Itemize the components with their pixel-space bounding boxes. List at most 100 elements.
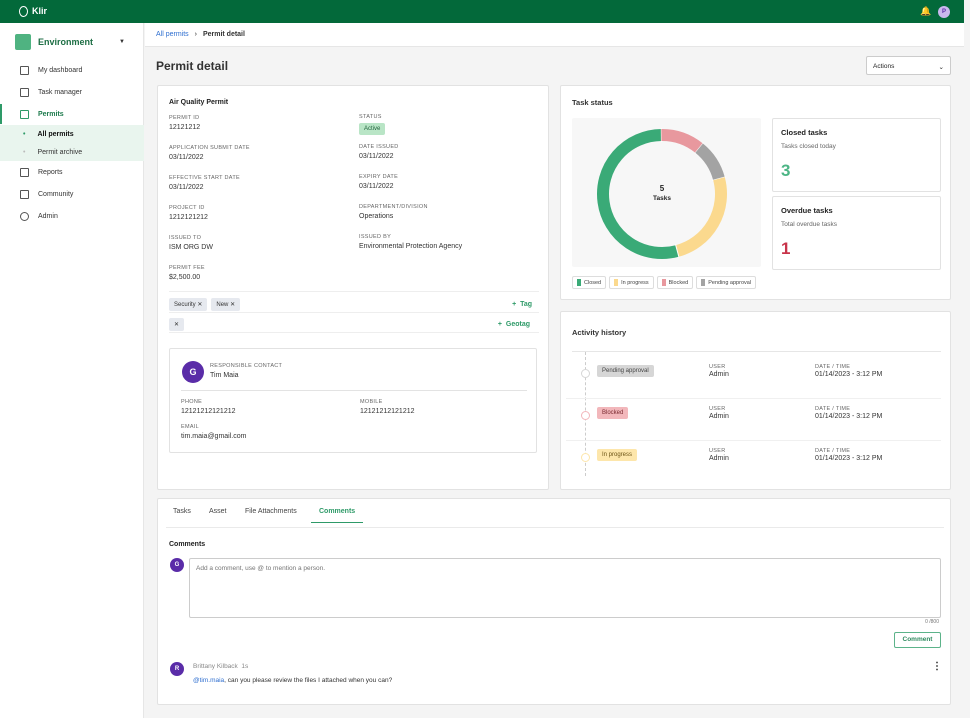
sidebar-item-reports[interactable]: Reports xyxy=(0,162,144,182)
permit-field: Issued by Environmental Protection Agency xyxy=(359,234,462,250)
report-icon xyxy=(20,167,29,177)
current-user-avatar: G xyxy=(170,558,184,572)
community-icon xyxy=(20,189,29,199)
chevron-down-icon: ⌄ xyxy=(938,64,944,71)
donut-segment-closed xyxy=(597,129,679,259)
chevron-right-icon: › xyxy=(194,31,197,38)
comment-text: , can you please review the files I atta… xyxy=(224,677,393,684)
field-label: Permit ID xyxy=(169,115,200,121)
add-tag-button[interactable]: + Tag xyxy=(512,301,532,308)
field-label: User xyxy=(709,364,726,370)
add-geotag-button[interactable]: + Geotag xyxy=(498,321,530,328)
tag-chip[interactable]: New ✕ xyxy=(211,298,241,311)
closed-tasks-subtitle: Tasks closed today xyxy=(781,143,836,150)
field-label: Permit fee xyxy=(169,265,205,271)
timeline-dot-icon xyxy=(581,369,590,378)
field-label: Email xyxy=(181,424,200,430)
legend-label: Blocked xyxy=(668,279,689,286)
contact-card: G Responsible contact Tim Maia Phone 12121… xyxy=(169,348,537,453)
comment-submit-button[interactable]: Comment xyxy=(894,632,941,648)
overdue-tasks-count: 1 xyxy=(781,239,791,258)
field-label: Issued to xyxy=(169,235,202,241)
tab-asset[interactable]: Asset xyxy=(209,508,227,515)
sidebar-item-label: Community xyxy=(38,190,74,198)
donut-label: Tasks xyxy=(653,195,671,202)
user-avatar[interactable]: P xyxy=(938,6,950,18)
permit-field: Project ID 1212121212 xyxy=(169,205,208,221)
workspace-selector[interactable]: Environment ▼ xyxy=(15,33,125,51)
actions-dropdown[interactable]: Actions ⌄ xyxy=(866,56,951,75)
sidebar-item-permits[interactable]: Permits xyxy=(0,104,144,124)
comment-author-avatar: R xyxy=(170,662,184,676)
field-label: Issued by xyxy=(359,234,392,240)
sidebar-item-task-manager[interactable]: Task manager xyxy=(0,82,144,102)
geotag-chip[interactable]: ✕ xyxy=(169,318,185,331)
contact-email[interactable]: tim.maia@gmail.com xyxy=(181,433,246,440)
activity-title: Activity history xyxy=(572,328,627,337)
activity-history-card: Activity history Pending approval User Ad… xyxy=(560,311,951,490)
tab-tasks[interactable]: Tasks xyxy=(173,508,191,515)
field-value: 12121212 xyxy=(169,124,201,131)
donut-segment-blocked xyxy=(661,129,703,153)
overdue-tasks-title: Overdue tasks xyxy=(781,206,833,215)
close-icon[interactable]: ✕ xyxy=(230,302,235,308)
comment-input[interactable] xyxy=(189,558,941,618)
chart-legend: Closed In progress Blocked Pending appro… xyxy=(572,276,759,289)
legend-closed: Closed xyxy=(572,276,607,289)
sidebar-item-dashboard[interactable]: My dashboard xyxy=(0,60,144,80)
sidebar-item-label: Permits xyxy=(38,110,64,118)
page-title: Permit detail xyxy=(156,59,229,73)
sidebar-item-admin[interactable]: Admin xyxy=(0,206,144,226)
app-name: Klir xyxy=(32,6,48,16)
overdue-tasks-card: Overdue tasks Total overdue tasks 1 xyxy=(772,196,941,270)
legend-in-progress: In progress xyxy=(609,276,654,289)
close-icon[interactable]: ✕ xyxy=(197,302,202,308)
donut-chart-area: 5 Tasks xyxy=(572,118,761,267)
activity-date: 01/14/2023 - 3:12 PM xyxy=(815,455,883,462)
sidebar-item-label: My dashboard xyxy=(38,66,83,74)
timeline-dot-icon xyxy=(581,411,590,420)
donut-segment-pending-approval xyxy=(695,143,725,181)
activity-date: 01/14/2023 - 3:12 PM xyxy=(815,413,883,420)
details-tabs-card: Tasks Asset File Attachments Comments Co… xyxy=(157,498,951,705)
field-value: ISM ORG DW xyxy=(169,244,213,251)
comment-mention[interactable]: @tim.maia xyxy=(193,677,224,684)
activity-user: Admin xyxy=(709,455,729,462)
task-status-card: Task status 5 Tasks Closed In progress B… xyxy=(560,85,951,300)
more-options-icon[interactable]: ⋮ xyxy=(932,661,942,672)
activity-date: 01/14/2023 - 3:12 PM xyxy=(815,371,883,378)
field-value: Environmental Protection Agency xyxy=(359,243,463,250)
chevron-down-icon: ▼ xyxy=(119,39,125,45)
char-counter: 0 /800 xyxy=(925,619,939,625)
close-icon[interactable]: ✕ xyxy=(174,322,179,328)
tab-comments[interactable]: Comments xyxy=(311,499,364,523)
permit-field: Issued to ISM ORG DW xyxy=(169,235,213,251)
sidebar-item-permit-archive[interactable]: • Permit archive xyxy=(0,143,144,161)
gear-icon xyxy=(20,211,29,221)
sidebar-item-all-permits[interactable]: • All permits xyxy=(0,125,144,143)
field-label: Department/Division xyxy=(359,204,428,210)
field-label: Project ID xyxy=(169,205,205,211)
sidebar: Environment ▼ My dashboard Task manager … xyxy=(0,23,144,718)
tab-file-attachments[interactable]: File Attachments xyxy=(245,508,297,515)
bell-icon[interactable]: 🔔 xyxy=(920,6,931,17)
breadcrumb-link[interactable]: All permits xyxy=(156,31,189,38)
klir-logo-icon xyxy=(19,6,28,17)
activity-row: In progress User Admin Date / Time 01/14/2… xyxy=(561,448,941,478)
field-value: 03/11/2022 xyxy=(169,154,204,161)
activity-row: Blocked User Admin Date / Time 01/14/2023 … xyxy=(561,406,941,436)
sidebar-item-community[interactable]: Community xyxy=(0,184,144,204)
permit-field: Department/Division Operations xyxy=(359,204,428,220)
activity-row: Pending approval User Admin Date / Time 01… xyxy=(561,364,941,394)
field-label: Status xyxy=(359,114,382,120)
permit-icon xyxy=(20,109,29,119)
contact-avatar: G xyxy=(182,361,204,383)
tag-chip[interactable]: Security ✕ xyxy=(169,298,208,311)
legend-label: Closed xyxy=(584,279,602,286)
field-label: User xyxy=(709,448,726,454)
sidebar-item-label: Admin xyxy=(38,212,58,220)
closed-tasks-title: Closed tasks xyxy=(781,128,828,137)
sidebar-item-label: Permit archive xyxy=(37,148,83,156)
comments-title: Comments xyxy=(169,541,206,548)
field-label: Date / Time xyxy=(815,448,851,454)
